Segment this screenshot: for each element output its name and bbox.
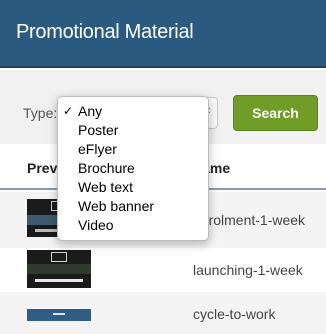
preview-thumbnail[interactable] [27, 309, 91, 321]
dropdown-option-web-banner[interactable]: Web banner [58, 197, 208, 216]
checkmark-icon: ✓ [63, 104, 74, 118]
table-row[interactable]: cycle-to-work [0, 292, 326, 334]
row-name: cycle-to-work [193, 306, 276, 322]
dropdown-option-any[interactable]: ✓ Any [58, 102, 208, 121]
dropdown-option-brochure[interactable]: Brochure [58, 159, 208, 178]
dropdown-option-poster[interactable]: Poster [58, 121, 208, 140]
preview-thumbnail[interactable] [27, 250, 91, 288]
type-dropdown-menu: ✓ Any Poster eFlyer Brochure Web text We… [57, 96, 209, 241]
row-name: launching-1-week [193, 262, 303, 278]
search-button[interactable]: Search [233, 95, 318, 131]
type-label: Type: [23, 105, 58, 121]
page-header: Promotional Material [0, 0, 326, 68]
page-title: Promotional Material [16, 21, 194, 43]
dropdown-option-video[interactable]: Video [58, 216, 208, 235]
row-name: enrolment-1-week [193, 212, 306, 228]
dropdown-option-eflyer[interactable]: eFlyer [58, 140, 208, 159]
table-row[interactable]: launching-1-week [0, 248, 326, 292]
dropdown-option-web-text[interactable]: Web text [58, 178, 208, 197]
